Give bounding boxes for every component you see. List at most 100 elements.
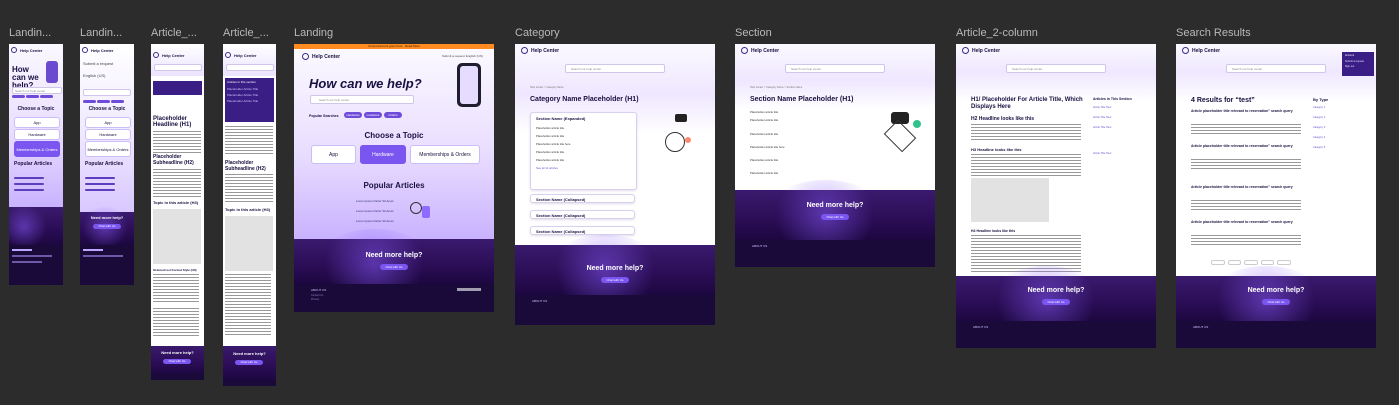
breadcrumb[interactable]: Help Center > Category Name > Section Na…: [750, 86, 802, 89]
need-help-heading: Need more help?: [161, 350, 194, 355]
toc-heading: Topic in this article (H3): [225, 207, 271, 212]
footer-about: ABOUT US: [973, 325, 989, 329]
popular-article-link[interactable]: Lorem Ipsum Dolor Sit Amet: [356, 199, 394, 203]
topic-memberships[interactable]: Memberships & Orders: [14, 141, 60, 157]
chat-button[interactable]: Chat with Us: [163, 359, 191, 364]
brand-logo[interactable]: Help Center: [9, 44, 63, 56]
article-2col-frame[interactable]: Help Center Search our help center H1/ P…: [956, 44, 1156, 348]
mobile-landing-frame-2[interactable]: Help Center Submit a request English (US…: [80, 44, 134, 285]
frame-label: Category: [515, 27, 560, 39]
h4-heading: H4 Headline looks like this: [971, 229, 1016, 233]
search-input[interactable]: Search our help center: [310, 95, 414, 104]
filter-link[interactable]: Category 3: [1313, 126, 1325, 129]
search-input[interactable]: Search our help center: [785, 64, 885, 73]
popular-article-link[interactable]: Lorem Ipsum Dolor Sit Amet: [356, 219, 394, 223]
brand-logo[interactable]: Help Center: [515, 44, 715, 57]
lang-selector[interactable]: English (US): [83, 73, 105, 78]
topic-app[interactable]: App: [311, 145, 356, 164]
brand-logo[interactable]: Help Center: [151, 44, 204, 60]
sidebar-article-link[interactable]: Article Title Here: [1093, 106, 1111, 109]
popular-pill[interactable]: Orders: [384, 112, 402, 118]
topic-memberships[interactable]: Memberships & Orders: [85, 141, 131, 157]
search-input[interactable]: [83, 89, 131, 96]
frame-label: Search Results: [1176, 27, 1251, 39]
category-frame[interactable]: Help Center Search our help center Help …: [515, 44, 715, 325]
search-input[interactable]: [154, 64, 202, 71]
mobile-article-frame[interactable]: Help Center Placeholder Headline (H1) Pl…: [151, 44, 204, 380]
topic-memberships[interactable]: Memberships & Orders: [410, 145, 480, 164]
choose-topic-heading: Choose a Topic: [364, 131, 424, 140]
mobile-article-frame-2[interactable]: Help Center Articles in this section Pla…: [223, 44, 276, 386]
brand-logo[interactable]: Help Center: [735, 44, 935, 57]
hero-title: How can we help?: [309, 76, 422, 91]
filter-link[interactable]: Category 1: [1313, 106, 1325, 109]
chat-button[interactable]: Chat with Us: [235, 360, 263, 365]
search-input[interactable]: Search our help center: [12, 87, 62, 94]
article-link[interactable]: Placeholder article title: [750, 110, 778, 114]
search-input[interactable]: Search our help center: [1006, 64, 1106, 73]
filter-link[interactable]: Category 4: [1313, 136, 1325, 139]
chat-button[interactable]: Chat with Us: [601, 277, 629, 283]
frame-label: Article_...: [151, 27, 197, 39]
brand-logo[interactable]: Help Center: [223, 44, 276, 60]
footer-about: ABOUT US: [532, 299, 548, 303]
result-title[interactable]: Article placeholder title relevant to re…: [1191, 220, 1306, 225]
search-input[interactable]: Search our help center: [565, 64, 665, 73]
footer-link[interactable]: Privacy: [311, 298, 319, 301]
article-link[interactable]: Placeholder article title here: [750, 145, 785, 149]
topic-app[interactable]: App: [85, 117, 131, 128]
result-title[interactable]: Article placeholder title relevant to re…: [1191, 144, 1306, 149]
popular-pill[interactable]: Locations: [364, 112, 382, 118]
search-input[interactable]: [226, 64, 274, 71]
filter-link[interactable]: Category 5: [1313, 146, 1325, 149]
filter-link[interactable]: Category 2: [1313, 116, 1325, 119]
section-collapsed[interactable]: Section Name (Collapsed): [530, 210, 635, 219]
frame-label: Article_...: [223, 27, 269, 39]
h3-heading: H3 Headline looks like this: [971, 147, 1022, 152]
section-collapsed[interactable]: Section Name (Collapsed): [530, 194, 635, 203]
nav-submit-link[interactable]: Submit a request: [83, 61, 113, 66]
section-collapsed[interactable]: Section Name (Collapsed): [530, 226, 635, 235]
topic-hardware[interactable]: Hardware: [14, 129, 60, 140]
chat-button[interactable]: Chat with Us: [93, 224, 121, 229]
sidebar-article-link[interactable]: Article Title Here: [1093, 152, 1111, 155]
see-all-link[interactable]: See all 11 articles: [531, 164, 636, 172]
topic-hardware[interactable]: Hardware: [85, 129, 131, 140]
sidebar-article-link[interactable]: Article Title Here: [1093, 116, 1111, 119]
article-link[interactable]: Placeholder article title: [750, 132, 778, 136]
section-expanded[interactable]: Section Name (Expanded) Placeholder arti…: [530, 112, 637, 190]
result-title[interactable]: Article placeholder title relevant to re…: [1191, 109, 1306, 114]
popular-article-link[interactable]: Lorem Ipsum Dolor Sit Amet: [356, 209, 394, 213]
nav-submit-link[interactable]: Submit a request: [442, 54, 465, 58]
landing-frame[interactable]: Announcement goes here · Read More Help …: [294, 44, 494, 312]
illustration: [406, 196, 436, 226]
article-link[interactable]: Placeholder article title: [750, 158, 778, 162]
articles-in-section-menu[interactable]: [153, 81, 202, 95]
popular-pill[interactable]: Hardware: [344, 112, 362, 118]
account-menu[interactable]: Account Submit a request Sign out: [1342, 52, 1374, 76]
search-input[interactable]: Search our help center: [1226, 64, 1326, 73]
lang-selector[interactable]: English (US): [466, 54, 483, 58]
brand-logo[interactable]: Help Center: [80, 44, 134, 56]
section-frame[interactable]: Help Center Search our help center Help …: [735, 44, 935, 267]
topic-app[interactable]: App: [14, 117, 60, 128]
mobile-landing-frame[interactable]: Help Center How can we help? Search our …: [9, 44, 63, 285]
brand-logo[interactable]: Help Center: [956, 44, 1156, 57]
footer-link[interactable]: Contact Us: [311, 294, 323, 297]
article-subheadline: Placeholder Subheadline (H2): [225, 160, 266, 172]
chat-button[interactable]: Chat with Us: [821, 214, 849, 220]
chat-button[interactable]: Chat with Us: [1042, 299, 1070, 305]
chat-button[interactable]: Chat with Us: [1262, 299, 1290, 305]
sidebar-article-link[interactable]: Article Title Here: [1093, 126, 1111, 129]
articles-menu-expanded[interactable]: Articles in this section Placeholder Art…: [225, 78, 274, 122]
result-title[interactable]: Article placeholder title relevant to re…: [1191, 185, 1306, 190]
pagination[interactable]: [1211, 260, 1291, 265]
topic-hardware[interactable]: Hardware: [360, 145, 406, 164]
frame-label: Section: [735, 27, 772, 39]
chat-button[interactable]: Chat with Us: [380, 264, 408, 270]
breadcrumb[interactable]: Help Center > Category Name: [530, 86, 564, 89]
article-link[interactable]: Placeholder article title: [750, 118, 778, 122]
popular-heading: Popular Articles: [85, 161, 124, 167]
article-link[interactable]: Placeholder article title: [750, 171, 778, 175]
search-results-frame[interactable]: Help Center Account Submit a request Sig…: [1176, 44, 1376, 348]
